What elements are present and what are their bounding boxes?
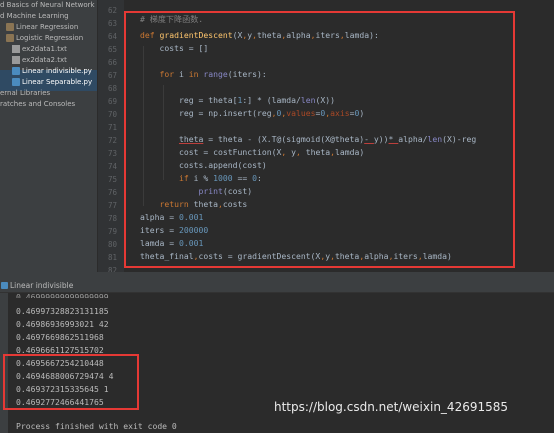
line-number: 77 (107, 201, 117, 210)
console-line: 0.46997328823131185 (16, 306, 109, 316)
tree-item-label: ernal Libraries (0, 89, 51, 97)
tree-item-label: d Basics of Neural Network Progr (0, 1, 97, 9)
tree-item-linear-regression[interactable]: Linear Regression (6, 22, 78, 33)
console-line-partial: 0.46999999999999999 (16, 292, 109, 298)
line-number: 63 (107, 19, 117, 28)
tree-item-external-libraries[interactable]: ernal Libraries (0, 88, 50, 99)
tree-item-ex2data2[interactable]: ex2data2.txt (12, 55, 67, 66)
line-number: 70 (107, 110, 117, 119)
tree-item-machine-learning[interactable]: d Machine Learning (0, 11, 69, 22)
console-finished-line: Process finished with exit code 0 (16, 421, 177, 431)
tree-item-label: Logistic Regression (16, 34, 84, 42)
python-run-icon (1, 282, 8, 289)
line-number: 74 (107, 162, 117, 171)
highlight-box-output (3, 354, 139, 410)
line-number: 72 (107, 136, 117, 145)
file-icon (12, 56, 20, 64)
line-number: 62 (107, 6, 117, 15)
line-number: 73 (107, 149, 117, 158)
tree-item-label: ex2data2.txt (22, 56, 67, 64)
tree-item-linear-separable[interactable]: Linear Separable.py (12, 77, 92, 88)
tree-item-label: Linear Regression (16, 23, 79, 31)
tree-item-ex2data1[interactable]: ex2data1.txt (12, 44, 67, 55)
panel-splitter-horizontal[interactable] (0, 272, 554, 280)
highlight-box-code (124, 11, 515, 268)
python-file-icon (12, 78, 20, 86)
line-number: 66 (107, 58, 117, 67)
tree-item-label: d Machine Learning (0, 12, 69, 20)
tree-item-basics-nn[interactable]: d Basics of Neural Network Progr (0, 0, 97, 11)
tree-item-label: ratches and Consoles (0, 100, 76, 108)
watermark: https://blog.csdn.net/weixin_42691585 (274, 400, 509, 414)
line-number: 80 (107, 240, 117, 249)
line-number: 79 (107, 227, 117, 236)
console-line: 0.4697669862511968 (16, 332, 104, 342)
line-number: 81 (107, 253, 117, 262)
tree-item-label: Linear Separable.py (22, 78, 93, 86)
line-number: 65 (107, 45, 117, 54)
line-number: 78 (107, 214, 117, 223)
line-number-gutter: 62 63 64 65 66 67 68 69 70 71 72 73 74 75 76 77 78 79 80 81… (98, 0, 124, 275)
tree-item-logistic-regression[interactable]: Logistic Regression (6, 33, 83, 44)
tree-item-linear-indivisible[interactable]: Linear indivisible.py (12, 66, 92, 77)
line-number: 71 (107, 123, 117, 132)
line-number: 64 (107, 32, 117, 41)
line-number: 76 (107, 188, 117, 197)
line-number: 75 (107, 175, 117, 184)
tree-item-label: ex2data1.txt (22, 45, 67, 53)
line-number: 67 (107, 71, 117, 80)
tree-item-scratches[interactable]: ratches and Consoles (0, 99, 75, 110)
file-icon (12, 45, 20, 53)
line-number: 69 (107, 97, 117, 106)
folder-icon (6, 34, 14, 42)
console-line: 0.46986936993021 42 (16, 319, 109, 329)
folder-icon (6, 23, 14, 31)
line-number: 68 (107, 84, 117, 93)
project-tree: d Basics of Neural Network Progr d Machi… (0, 0, 97, 272)
python-file-icon (12, 67, 20, 75)
tree-item-label: Linear indivisible.py (22, 67, 92, 75)
